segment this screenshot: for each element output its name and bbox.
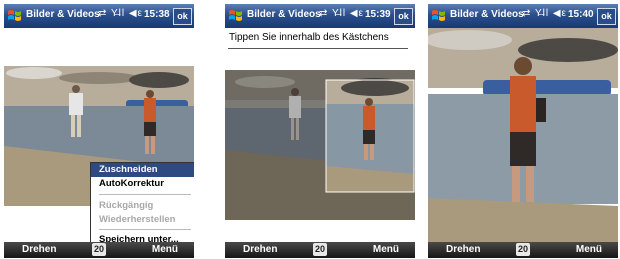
menu-item-rueckgaengig: Rückgängig	[99, 200, 154, 211]
cropped-photo-view	[428, 28, 618, 242]
softkey-menu[interactable]: Menü	[152, 244, 178, 255]
softkey-center[interactable]: 20	[92, 243, 106, 256]
ok-button[interactable]: ok	[597, 8, 616, 25]
crop-instruction: Tippen Sie innerhalb des Kästchens	[229, 32, 389, 43]
title-bar: Bilder & Videos ⇄ Y̶ll ◀ε 15:40 ok	[428, 4, 618, 28]
clock: 15:39	[365, 9, 391, 20]
softkey-menu[interactable]: Menü	[373, 244, 399, 255]
app-title: Bilder & Videos	[26, 9, 100, 20]
ok-button[interactable]: ok	[394, 8, 413, 25]
screen-3: Bilder & Videos ⇄ Y̶ll ◀ε 15:40 ok Drehe…	[428, 4, 618, 258]
menu-separator	[99, 229, 191, 230]
softkey-drehen[interactable]: Drehen	[22, 244, 56, 255]
clock: 15:38	[144, 9, 170, 20]
photo-view: Zuschneiden AutoKorrektur Rückgängig Wie…	[4, 28, 194, 242]
app-title: Bilder & Videos	[450, 9, 524, 20]
status-icons[interactable]: ⇄ Y̶ll ◀ε	[319, 8, 364, 19]
menu-item-speichern-unter[interactable]: Speichern unter...	[91, 233, 194, 242]
windows-start-icon[interactable]	[6, 7, 24, 25]
menu-separator	[99, 194, 191, 195]
screen-2: Bilder & Videos ⇄ Y̶ll ◀ε 15:39 ok Tippe…	[225, 4, 415, 258]
clock: 15:40	[568, 9, 594, 20]
status-icons[interactable]: ⇄ Y̶ll ◀ε	[98, 8, 143, 19]
title-bar: Bilder & Videos ⇄ Y̶ll ◀ε 15:39 ok	[225, 4, 415, 28]
divider	[228, 48, 408, 49]
menu-item-zuschneiden[interactable]: Zuschneiden	[91, 163, 194, 177]
app-title: Bilder & Videos	[247, 9, 321, 20]
menu-item-autokorrektur[interactable]: AutoKorrektur	[91, 177, 194, 191]
menu-item-wiederherstellen: Wiederherstellen	[99, 214, 176, 225]
screen-1: Bilder & Videos ⇄ Y̶ll ◀ε 15:38 ok Zusch…	[4, 4, 194, 258]
softkey-bar: Drehen 20 Menü	[225, 242, 415, 258]
softkey-center[interactable]: 20	[313, 243, 327, 256]
windows-start-icon[interactable]	[227, 7, 245, 25]
cropped-photo[interactable]	[428, 28, 618, 242]
context-menu: Zuschneiden AutoKorrektur Rückgängig Wie…	[90, 162, 194, 242]
beach-photo-dimmed[interactable]	[225, 70, 415, 220]
title-bar: Bilder & Videos ⇄ Y̶ll ◀ε 15:38 ok	[4, 4, 194, 28]
softkey-center[interactable]: 20	[516, 243, 530, 256]
ok-button[interactable]: ok	[173, 8, 192, 25]
softkey-bar: Drehen 20 Menü	[4, 242, 194, 258]
status-icons[interactable]: ⇄ Y̶ll ◀ε	[522, 8, 567, 19]
crop-view: Tippen Sie innerhalb des Kästchens	[225, 28, 415, 242]
softkey-menu[interactable]: Menü	[576, 244, 602, 255]
softkey-drehen[interactable]: Drehen	[243, 244, 277, 255]
softkey-bar: Drehen 20 Menü	[428, 242, 618, 258]
softkey-drehen[interactable]: Drehen	[446, 244, 480, 255]
windows-start-icon[interactable]	[430, 7, 448, 25]
